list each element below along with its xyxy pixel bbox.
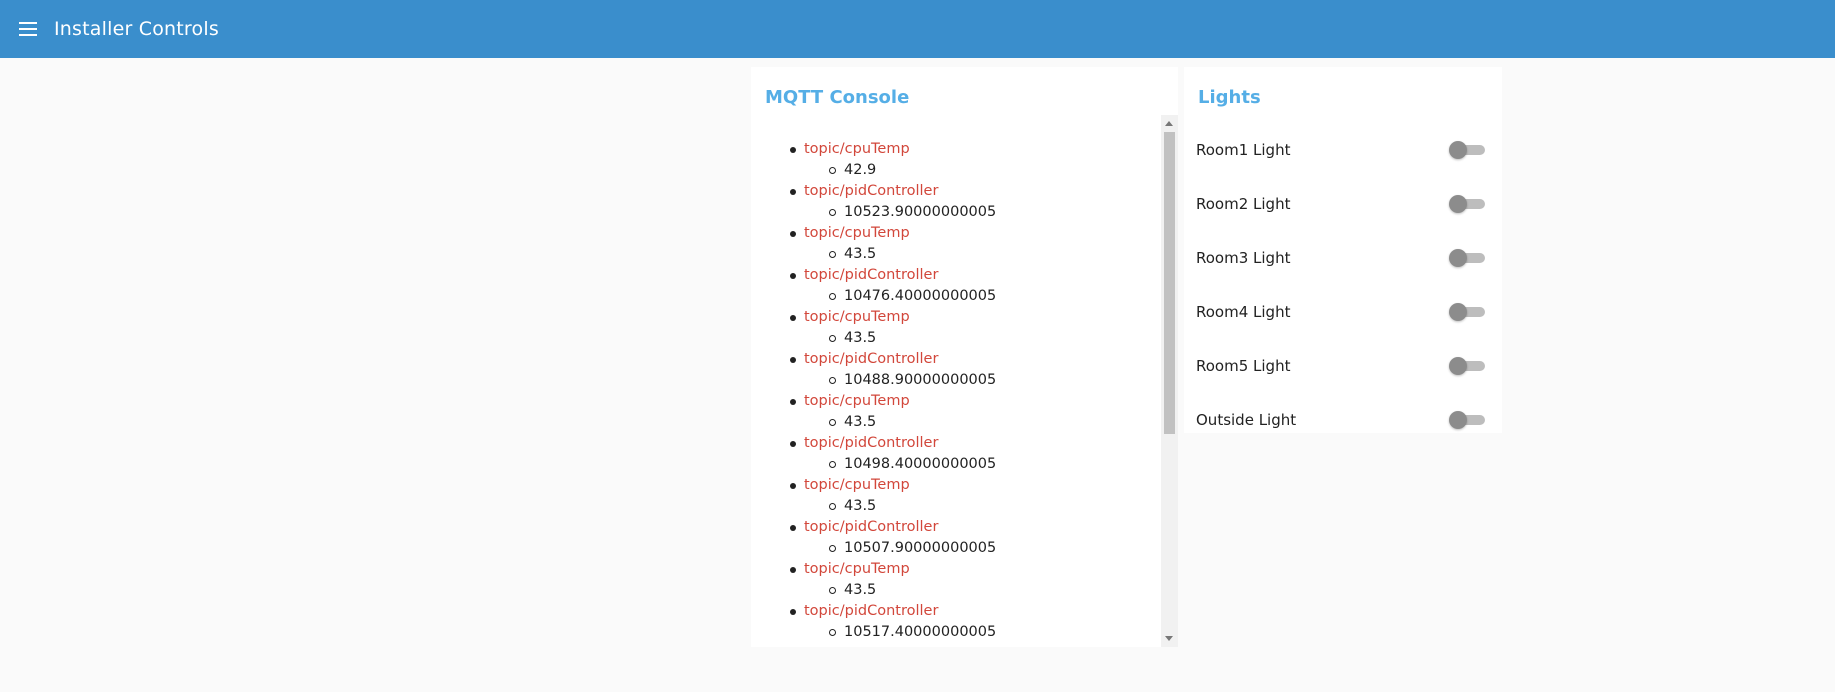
light-label: Room4 Light — [1196, 303, 1291, 321]
console-entry-topic: topic/cpuTemp — [804, 309, 910, 325]
light-label: Room2 Light — [1196, 195, 1291, 213]
mqtt-console-card: MQTT Console topic/cpuTemp 42.9 topic/pidC… — [751, 67, 1178, 647]
light-row-3: Room3 Light — [1184, 231, 1502, 285]
console-entry-value: 10507.90000000005 — [804, 538, 1151, 559]
toggle-thumb — [1449, 357, 1467, 375]
console-entry-value: 43.5 — [804, 580, 1151, 601]
light-row-6: Outside Light — [1184, 393, 1502, 447]
console-entry: topic/cpuTemp 43.5 — [751, 223, 1151, 265]
console-entry-topic: topic/cpuTemp — [804, 225, 910, 241]
lights-title: Lights — [1198, 87, 1261, 108]
console-entry-value: 43.5 — [804, 328, 1151, 349]
light-toggle-switch[interactable] — [1449, 301, 1485, 323]
light-row-4: Room4 Light — [1184, 285, 1502, 339]
toggle-thumb — [1449, 141, 1467, 159]
console-entry: topic/cpuTemp 43.5 — [751, 307, 1151, 349]
toggle-thumb — [1449, 411, 1467, 429]
console-entry-topic: topic/cpuTemp — [804, 477, 910, 493]
console-entry-topic: topic/cpuTemp — [804, 561, 910, 577]
console-entry: topic/pidController 10523.90000000005 — [751, 181, 1151, 223]
toggle-thumb — [1449, 303, 1467, 321]
console-entry: topic/pidController 10507.90000000005 — [751, 517, 1151, 559]
app-title: Installer Controls — [54, 18, 219, 40]
console-entry-value: 43.5 — [804, 412, 1151, 433]
scrollbar-thumb[interactable] — [1164, 132, 1175, 434]
console-entry-topic: topic/cpuTemp — [804, 141, 910, 157]
console-message-list: topic/cpuTemp 42.9 topic/pidController 1052… — [751, 139, 1151, 643]
mqtt-console-title: MQTT Console — [765, 87, 910, 108]
light-row-1: Room1 Light — [1184, 123, 1502, 177]
light-toggle-switch[interactable] — [1449, 193, 1485, 215]
console-entry-value: 10488.90000000005 — [804, 370, 1151, 391]
console-entry-value: 43.5 — [804, 496, 1151, 517]
toggle-thumb — [1449, 195, 1467, 213]
console-scrollbar[interactable] — [1161, 115, 1178, 647]
console-entry-topic: topic/pidController — [804, 351, 939, 367]
console-entry-topic: topic/pidController — [804, 519, 939, 535]
light-row-5: Room5 Light — [1184, 339, 1502, 393]
light-toggle-switch[interactable] — [1449, 247, 1485, 269]
console-entry: topic/pidController 10517.40000000005 — [751, 601, 1151, 643]
light-toggle-switch[interactable] — [1449, 355, 1485, 377]
console-entry-topic: topic/pidController — [804, 603, 939, 619]
console-entry-value: 42.9 — [804, 160, 1151, 181]
console-scroll-area[interactable]: topic/cpuTemp 42.9 topic/pidController 1052… — [751, 115, 1161, 647]
console-entry-topic: topic/pidController — [804, 435, 939, 451]
console-entry-topic: topic/cpuTemp — [804, 393, 910, 409]
hamburger-menu-icon[interactable] — [16, 17, 40, 41]
lights-card: Lights Room1 Light Room2 Light Room3 Light… — [1184, 67, 1502, 433]
light-row-2: Room2 Light — [1184, 177, 1502, 231]
console-entry-value: 10523.90000000005 — [804, 202, 1151, 223]
console-entry: topic/pidController 10488.90000000005 — [751, 349, 1151, 391]
console-entry-topic: topic/pidController — [804, 267, 939, 283]
top-app-bar: Installer Controls — [0, 0, 1835, 58]
console-entry-topic: topic/pidController — [804, 183, 939, 199]
scroll-up-arrow-icon[interactable] — [1165, 121, 1173, 126]
console-entry: topic/pidController 10476.40000000005 — [751, 265, 1151, 307]
hamburger-menu-icon-svg — [19, 22, 37, 36]
light-label: Outside Light — [1196, 411, 1297, 429]
console-entry-value: 43.5 — [804, 244, 1151, 265]
console-entry: topic/cpuTemp 43.5 — [751, 475, 1151, 517]
console-entry-value: 10476.40000000005 — [804, 286, 1151, 307]
toggle-thumb — [1449, 249, 1467, 267]
console-entry: topic/cpuTemp 43.5 — [751, 391, 1151, 433]
light-label: Room5 Light — [1196, 357, 1291, 375]
light-toggle-switch[interactable] — [1449, 139, 1485, 161]
console-entry: topic/cpuTemp 42.9 — [751, 139, 1151, 181]
light-label: Room3 Light — [1196, 249, 1291, 267]
console-entry-value: 10517.40000000005 — [804, 622, 1151, 643]
scroll-down-arrow-icon[interactable] — [1165, 636, 1173, 641]
light-label: Room1 Light — [1196, 141, 1291, 159]
console-entry-value: 10498.40000000005 — [804, 454, 1151, 475]
console-entry: topic/cpuTemp 43.5 — [751, 559, 1151, 601]
console-entry: topic/pidController 10498.40000000005 — [751, 433, 1151, 475]
light-toggle-switch[interactable] — [1449, 409, 1485, 431]
